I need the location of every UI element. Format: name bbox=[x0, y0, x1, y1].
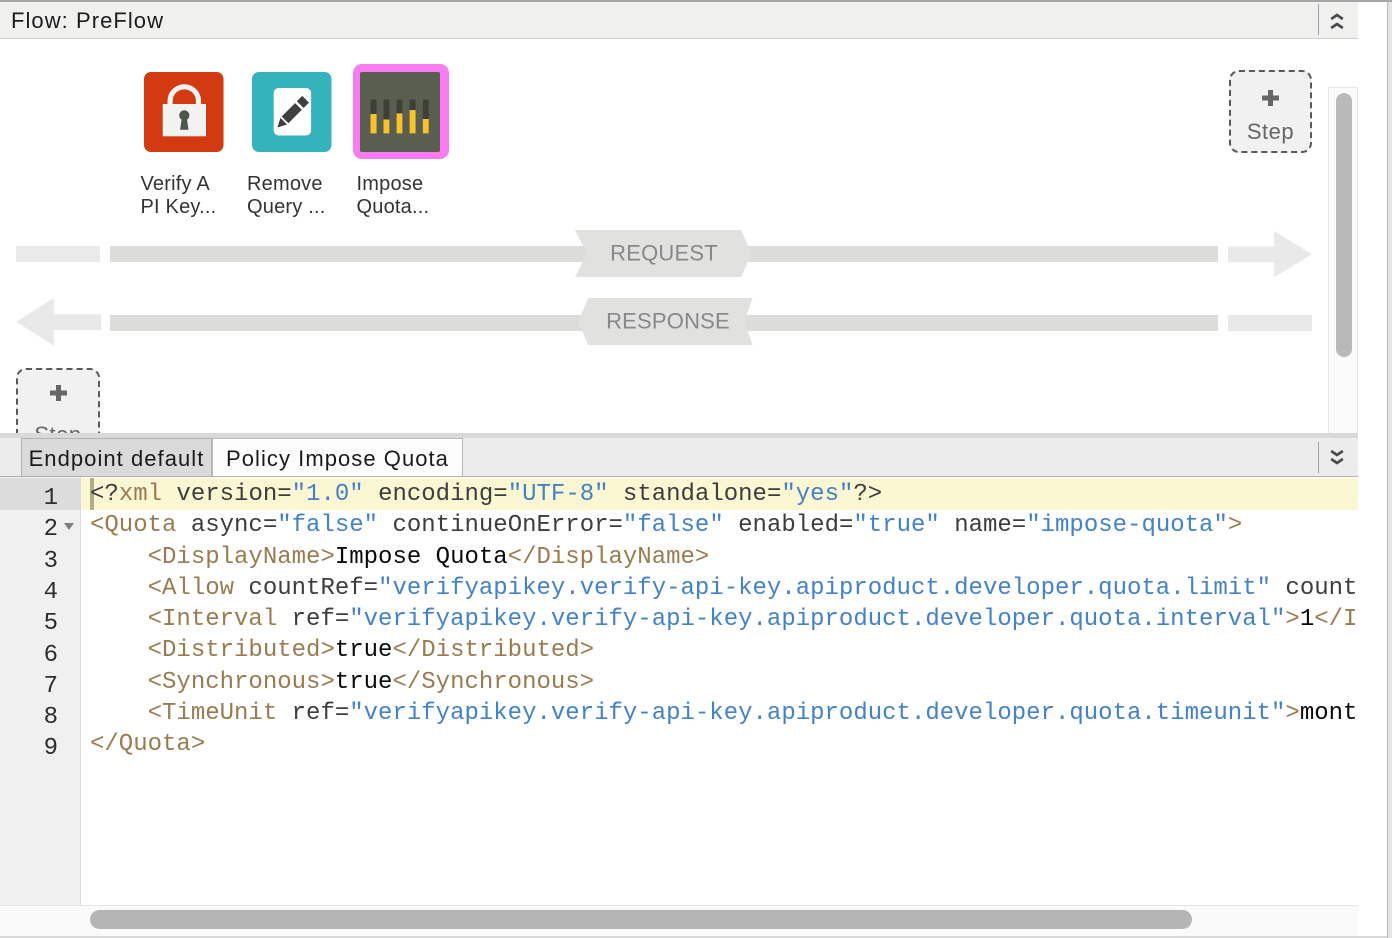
svg-text:RESPONSE: RESPONSE bbox=[606, 308, 730, 333]
svg-text:REQUEST: REQUEST bbox=[610, 241, 718, 266]
